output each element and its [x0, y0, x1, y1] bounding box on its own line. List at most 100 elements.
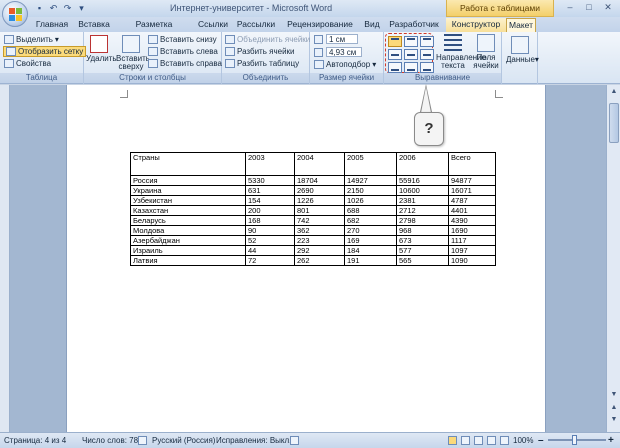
table-cell[interactable]: 2150	[344, 185, 397, 196]
table-cell[interactable]: Страны	[130, 152, 246, 176]
vertical-scrollbar[interactable]: ▲ ▼ ▲ ▼	[606, 85, 620, 432]
table-cell[interactable]: 191	[344, 255, 397, 266]
table-cell[interactable]: 688	[344, 205, 397, 216]
split-table-button[interactable]: Разбить таблицу	[225, 59, 299, 68]
table-cell[interactable]: Украина	[130, 185, 246, 196]
status-word-count[interactable]: Число слов: 786	[82, 433, 142, 448]
table-cell[interactable]: 270	[344, 225, 397, 236]
align-bottom-left-icon[interactable]	[388, 62, 402, 73]
scroll-up-icon[interactable]: ▲	[609, 87, 619, 97]
undo-icon[interactable]: ↶	[48, 3, 59, 14]
table-cell[interactable]: 1097	[448, 245, 496, 256]
scroll-thumb[interactable]	[609, 103, 619, 143]
table-cell[interactable]: 2003	[245, 152, 295, 176]
show-gridlines-button[interactable]: Отобразить сетку	[3, 46, 87, 57]
table-cell[interactable]: 1026	[344, 195, 397, 206]
table-cell[interactable]: 577	[396, 245, 449, 256]
properties-button[interactable]: Свойства	[4, 59, 51, 68]
table-cell[interactable]: Азербайджан	[130, 235, 246, 246]
table-cell[interactable]: 16071	[448, 185, 496, 196]
table-cell[interactable]: Латвия	[130, 255, 246, 266]
prev-page-icon[interactable]: ▲	[609, 403, 619, 413]
table-cell[interactable]: 52	[245, 235, 295, 246]
tab-home[interactable]: Главная	[32, 18, 72, 32]
table-cell[interactable]: 2005	[344, 152, 397, 176]
table-cell[interactable]: Узбекистан	[130, 195, 246, 206]
align-top-right-icon[interactable]	[420, 36, 434, 47]
zoom-slider-track[interactable]	[548, 439, 606, 441]
table-cell[interactable]: Всего	[448, 152, 496, 176]
tab-view[interactable]: Вид	[360, 18, 384, 32]
table-cell[interactable]: 72	[245, 255, 295, 266]
table-cell[interactable]: 1226	[294, 195, 345, 206]
save-icon[interactable]: ▪	[34, 3, 45, 14]
table-cell[interactable]: 362	[294, 225, 345, 236]
status-language[interactable]: Русский (Россия)	[152, 433, 215, 448]
align-middle-center-icon[interactable]	[404, 49, 418, 60]
align-top-left-icon[interactable]	[388, 36, 402, 47]
tab-mailings[interactable]: Рассылки	[234, 18, 278, 32]
table-cell[interactable]: Казахстан	[130, 205, 246, 216]
table-cell[interactable]: 184	[344, 245, 397, 256]
table-cell[interactable]: Молдова	[130, 225, 246, 236]
outline-view-icon[interactable]	[487, 436, 496, 445]
zoom-slider-knob[interactable]	[572, 435, 577, 445]
insert-above-button[interactable]: Вставить сверху	[116, 35, 150, 71]
table-cell[interactable]: 4401	[448, 205, 496, 216]
draft-view-icon[interactable]	[500, 436, 509, 445]
macro-record-icon[interactable]	[290, 436, 299, 445]
table-cell[interactable]: 10600	[396, 185, 449, 196]
minimize-icon[interactable]: –	[562, 2, 578, 14]
table-cell[interactable]: 262	[294, 255, 345, 266]
table-cell[interactable]: 1090	[448, 255, 496, 266]
status-page[interactable]: Страница: 4 из 4	[4, 433, 66, 448]
insert-left-button[interactable]: Вставить слева	[148, 47, 218, 56]
print-layout-view-icon[interactable]	[448, 436, 457, 445]
delete-button[interactable]: Удалить	[86, 35, 117, 63]
insert-right-button[interactable]: Вставить справа	[148, 59, 222, 68]
table-cell[interactable]: 2381	[396, 195, 449, 206]
table-cell[interactable]: 2004	[294, 152, 345, 176]
merge-cells-button[interactable]: Объединить ячейки	[225, 35, 310, 44]
office-button[interactable]	[2, 1, 28, 27]
align-middle-left-icon[interactable]	[388, 49, 402, 60]
tab-design[interactable]: Конструктор	[446, 18, 506, 32]
table-cell[interactable]: 94877	[448, 175, 496, 186]
table-cell[interactable]: 565	[396, 255, 449, 266]
zoom-in-icon[interactable]: +	[608, 433, 614, 448]
close-icon[interactable]: ✕	[600, 2, 616, 14]
redo-icon[interactable]: ↷	[62, 3, 73, 14]
split-cells-button[interactable]: Разбить ячейки	[225, 47, 295, 56]
data-table[interactable]: Страны 2003 2004 2005 2006 Всего Россия 5…	[130, 152, 496, 266]
autofit-button[interactable]: Автоподбор ▾	[314, 60, 376, 69]
status-track-changes[interactable]: Исправления: Выкл.	[216, 433, 291, 448]
tab-layout[interactable]: Макет	[506, 18, 536, 32]
table-cell[interactable]: 200	[245, 205, 295, 216]
table-cell[interactable]: 4390	[448, 215, 496, 226]
table-cell[interactable]: 968	[396, 225, 449, 236]
table-cell[interactable]: Россия	[130, 175, 246, 186]
table-cell[interactable]: 1690	[448, 225, 496, 236]
customize-qat-icon[interactable]: ▾	[76, 3, 87, 14]
table-cell[interactable]: 90	[245, 225, 295, 236]
proofing-icon[interactable]	[138, 436, 147, 445]
table-cell[interactable]: 18704	[294, 175, 345, 186]
maximize-icon[interactable]: □	[581, 2, 597, 14]
table-cell[interactable]: 168	[245, 215, 295, 226]
text-direction-button[interactable]: Направление текста	[436, 34, 486, 70]
table-cell[interactable]: 4787	[448, 195, 496, 206]
tab-references[interactable]: Ссылки	[194, 18, 232, 32]
tab-developer[interactable]: Разработчик	[386, 18, 442, 32]
data-button[interactable]: Данные▾	[506, 36, 539, 64]
table-cell[interactable]: 292	[294, 245, 345, 256]
zoom-level[interactable]: 100%	[513, 433, 533, 448]
scroll-down-icon[interactable]: ▼	[609, 390, 619, 400]
align-middle-right-icon[interactable]	[420, 49, 434, 60]
tab-insert[interactable]: Вставка	[74, 18, 114, 32]
table-cell[interactable]: 2712	[396, 205, 449, 216]
align-bottom-right-icon[interactable]	[420, 62, 434, 73]
cell-margins-button[interactable]: Поля ячейки	[472, 34, 500, 70]
table-cell[interactable]: Израиль	[130, 245, 246, 256]
align-top-center-icon[interactable]	[404, 36, 418, 47]
table-cell[interactable]: 2690	[294, 185, 345, 196]
